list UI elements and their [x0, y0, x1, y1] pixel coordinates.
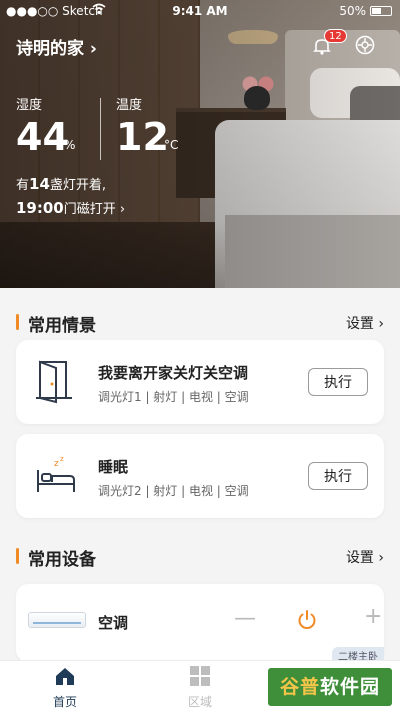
devices-section-title: 常用设备 [28, 550, 96, 570]
home-icon [54, 665, 76, 687]
scene-card[interactable]: z z 睡眠 调光灯2 | 射灯 | 电视 | 空调 执行 [16, 434, 384, 518]
watermark-part2: 软件园 [320, 676, 381, 698]
bed-sleep-icon: z z [34, 452, 78, 498]
add-icon[interactable] [355, 35, 375, 55]
lights-suffix: 盏灯开着, [49, 178, 107, 193]
temperature-label: 温度 [116, 98, 143, 113]
section-accent-bar [16, 314, 19, 330]
scene-name: 睡眠 [98, 458, 129, 476]
battery-icon [370, 6, 392, 16]
lights-info: 有14盏灯开着, [16, 174, 106, 193]
humidity-label: 湿度 [16, 98, 43, 113]
battery-percent: 50% [339, 4, 366, 18]
tab-home[interactable]: 首页 [30, 665, 100, 710]
execute-button[interactable]: 执行 [308, 462, 368, 490]
door-icon [34, 358, 78, 404]
notification-badge: 12 [324, 29, 347, 43]
devices-section-header: 常用设备 设置 › [16, 544, 384, 570]
scenes-settings-link[interactable]: 设置 › [346, 313, 384, 333]
metric-divider [100, 98, 101, 160]
tab-label: 首页 [52, 695, 77, 709]
scene-devices: 调光灯2 | 射灯 | 电视 | 空调 [98, 484, 249, 498]
tab-area[interactable]: 区域 [165, 665, 235, 710]
humidity-value: 44 [16, 115, 69, 159]
watermark-logo: 谷普软件园 [268, 668, 392, 706]
hero-banner: ●●●○○ Sketch 9:41 AM 50% 诗明的家 › 12 湿度 44… [0, 0, 400, 288]
door-text: 门磁打开 › [63, 202, 126, 217]
device-name: 空调 [98, 614, 129, 632]
scenes-section-header: 常用情景 设置 › [16, 310, 384, 336]
scene-name: 我要离开家关灯关空调 [98, 364, 249, 382]
home-selector[interactable]: 诗明的家 › [16, 34, 97, 59]
door-info[interactable]: 19:00门磁打开 › [16, 198, 125, 217]
status-bar: ●●●○○ Sketch 9:41 AM 50% [0, 0, 400, 22]
temperature-value: 12 [116, 115, 169, 159]
lights-count: 14 [29, 175, 50, 193]
humidity-unit: % [64, 138, 76, 152]
scene-card[interactable]: 我要离开家关灯关空调 调光灯1 | 射灯 | 电视 | 空调 执行 [16, 340, 384, 424]
temperature-unit: °C [164, 138, 179, 152]
area-grid-icon [189, 665, 211, 687]
power-icon[interactable] [296, 609, 318, 631]
svg-text:z: z [54, 459, 59, 469]
air-conditioner-icon [28, 612, 86, 628]
tab-label: 区域 [187, 695, 212, 709]
svg-text:z: z [60, 455, 64, 463]
ac-vent [33, 622, 81, 624]
watermark-part1: 谷普 [279, 676, 320, 698]
device-card[interactable]: 空调 — + 二楼主卧 [16, 584, 384, 664]
devices-settings-link[interactable]: 设置 › [346, 547, 384, 567]
scenes-section-title: 常用情景 [28, 316, 96, 336]
execute-button[interactable]: 执行 [308, 368, 368, 396]
battery-fill [372, 8, 381, 14]
lights-prefix: 有 [16, 178, 30, 193]
door-time: 19:00 [16, 199, 64, 217]
increase-button[interactable]: + [364, 604, 382, 629]
scene-devices: 调光灯1 | 射灯 | 电视 | 空调 [98, 390, 249, 404]
section-accent-bar [16, 548, 19, 564]
decrease-button[interactable]: — [234, 606, 256, 631]
